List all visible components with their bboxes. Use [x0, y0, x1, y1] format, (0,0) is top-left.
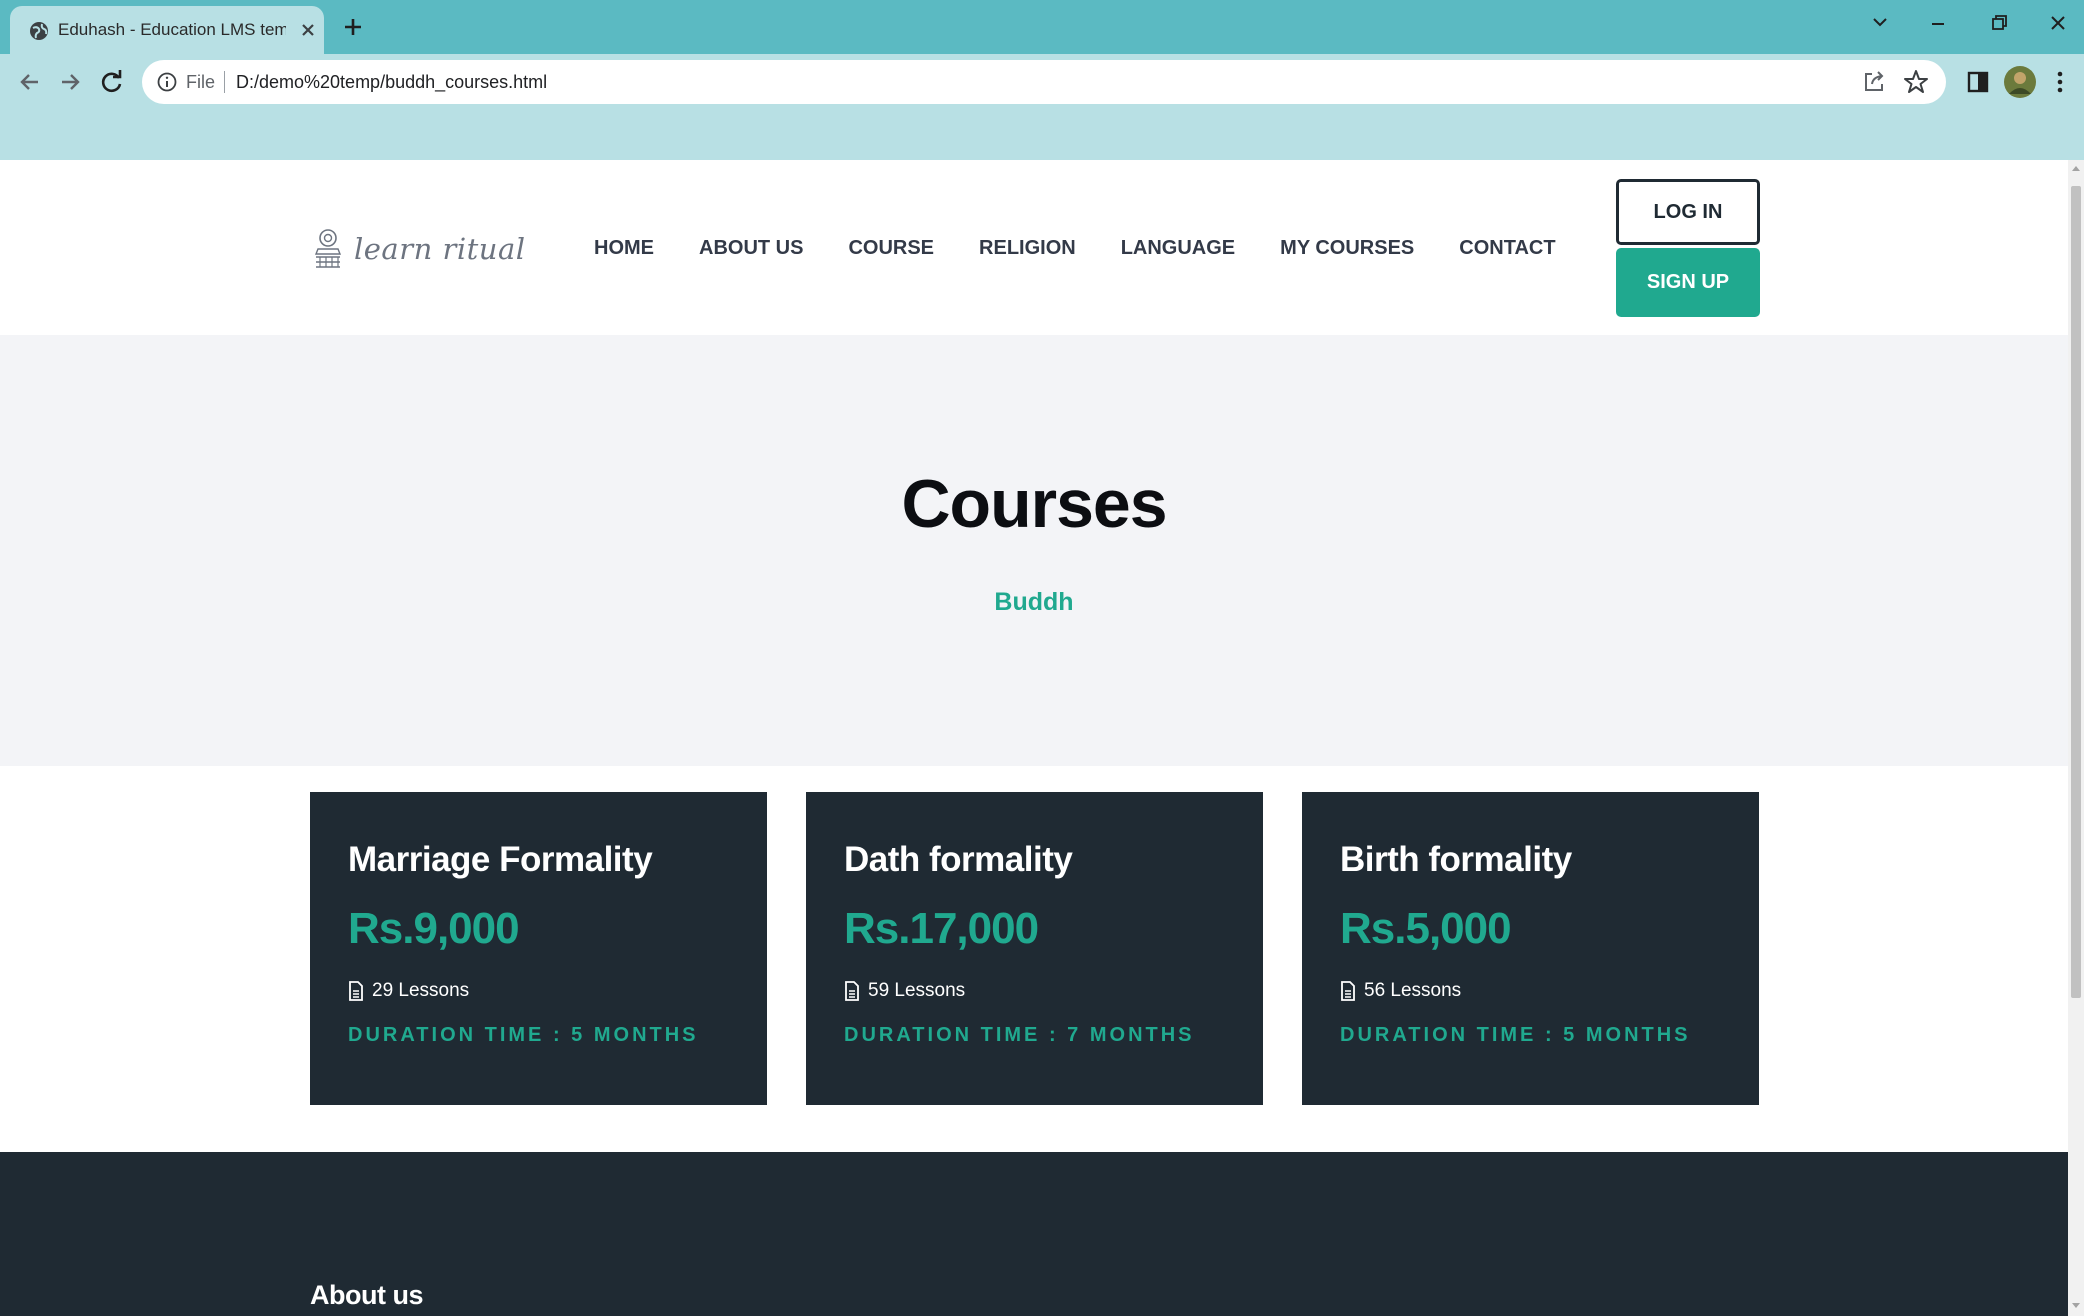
page-scrollbar[interactable] [2068, 160, 2084, 1316]
browser-tab[interactable]: Eduhash - Education LMS templa [10, 6, 324, 54]
nav-religion[interactable]: RELIGION [979, 228, 1076, 268]
reload-icon[interactable] [96, 66, 128, 98]
window-close-icon[interactable] [2038, 8, 2078, 38]
lessons-count: 59 Lessons [868, 980, 966, 1001]
logo[interactable]: learn ritual [310, 226, 526, 272]
scrollbar-thumb[interactable] [2071, 186, 2081, 998]
chevron-down-icon[interactable] [1860, 8, 1900, 38]
course-card[interactable]: Dath formality Rs.17,000 59 Lessons DURA… [806, 792, 1263, 1105]
course-title[interactable]: Birth formality [1340, 840, 1572, 880]
address-bar[interactable]: File D:/demo%20temp/buddh_courses.html [142, 60, 1946, 104]
main-nav: HOME ABOUT US COURSE RELIGION LANGUAGE M… [594, 228, 1601, 268]
course-duration: DURATION TIME : 7 MONTHS [844, 1024, 1195, 1046]
course-card[interactable]: Birth formality Rs.5,000 56 Lessons DURA… [1302, 792, 1759, 1105]
course-price: Rs.9,000 [348, 904, 520, 953]
logo-text: learn ritual [354, 232, 526, 266]
site-footer: About us [0, 1152, 2068, 1316]
url-scheme: File [186, 72, 216, 92]
course-duration: DURATION TIME : 5 MONTHS [348, 1024, 699, 1046]
info-icon[interactable] [156, 71, 178, 93]
tab-title: Eduhash - Education LMS templa [58, 20, 286, 39]
scroll-down-arrow-icon[interactable] [2071, 1300, 2081, 1310]
scroll-up-arrow-icon[interactable] [2071, 164, 2081, 174]
browser-chrome: Eduhash - Education LMS templa File D:/d… [0, 0, 2084, 160]
course-lessons: 56 Lessons [1340, 978, 1461, 1004]
lessons-count: 56 Lessons [1364, 980, 1462, 1001]
nav-language[interactable]: LANGUAGE [1121, 228, 1235, 268]
page-viewport: learn ritual HOME ABOUT US COURSE RELIGI… [0, 160, 2068, 1316]
course-title[interactable]: Dath formality [844, 840, 1073, 880]
more-menu-icon[interactable] [2044, 66, 2076, 98]
close-icon[interactable] [296, 18, 320, 42]
nav-course[interactable]: COURSE [848, 228, 934, 268]
signup-button[interactable]: SIGN UP [1616, 248, 1760, 317]
forward-icon[interactable] [54, 66, 86, 98]
course-lessons: 29 Lessons [348, 978, 469, 1004]
document-icon [845, 981, 859, 1001]
lessons-count: 29 Lessons [372, 980, 470, 1001]
course-card[interactable]: Marriage Formality Rs.9,000 29 Lessons D… [310, 792, 767, 1105]
nav-about-us[interactable]: ABOUT US [699, 228, 803, 268]
url-text[interactable]: D:/demo%20temp/buddh_courses.html [236, 60, 547, 104]
side-panel-icon[interactable] [1962, 66, 1994, 98]
page-banner: Courses Buddh [0, 335, 2068, 766]
tab-strip: Eduhash - Education LMS templa [0, 0, 2084, 54]
star-icon[interactable] [1900, 66, 1932, 98]
page-title: Courses [901, 466, 1167, 542]
document-icon [1341, 981, 1355, 1001]
document-icon [349, 981, 363, 1001]
minimize-icon[interactable] [1918, 8, 1958, 38]
login-button[interactable]: LOG IN [1616, 179, 1760, 245]
nav-contact[interactable]: CONTACT [1459, 228, 1555, 268]
avatar[interactable] [2002, 64, 2038, 100]
restore-icon[interactable] [1978, 8, 2018, 38]
course-title[interactable]: Marriage Formality [348, 840, 653, 880]
logo-mark-icon [314, 229, 342, 268]
course-price: Rs.5,000 [1340, 904, 1512, 953]
nav-my-courses[interactable]: MY COURSES [1280, 228, 1414, 268]
page-subtitle: Buddh [994, 588, 1074, 616]
globe-icon [30, 22, 48, 40]
nav-home[interactable]: HOME [594, 228, 654, 268]
url-separator [224, 71, 225, 93]
footer-about-heading: About us [310, 1280, 423, 1310]
site-header: learn ritual HOME ABOUT US COURSE RELIGI… [0, 160, 2068, 335]
share-icon[interactable] [1858, 66, 1890, 98]
course-lessons: 59 Lessons [844, 978, 965, 1004]
back-icon[interactable] [14, 66, 46, 98]
course-duration: DURATION TIME : 5 MONTHS [1340, 1024, 1691, 1046]
browser-toolbar: File D:/demo%20temp/buddh_courses.html [0, 54, 2084, 110]
new-tab-icon[interactable] [338, 12, 368, 42]
course-price: Rs.17,000 [844, 904, 1039, 953]
